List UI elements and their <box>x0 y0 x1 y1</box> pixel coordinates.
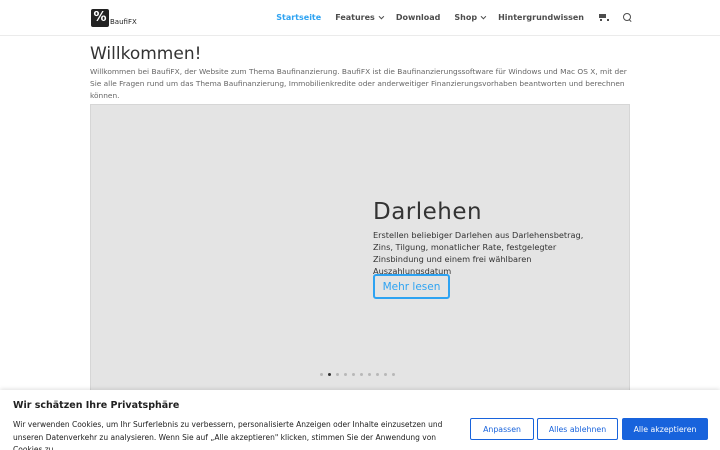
chevron-down-icon <box>378 13 385 19</box>
nav-label: Shop <box>454 13 478 22</box>
slider-dot[interactable] <box>336 373 339 376</box>
slide-description: Erstellen beliebiger Darlehen aus Darleh… <box>373 230 584 276</box>
slider-dot[interactable] <box>368 373 371 376</box>
nav-label: Download <box>395 13 441 22</box>
cookie-text: Wir verwenden Cookies, um Ihr Surferlebn… <box>13 420 443 450</box>
nav-label: Features <box>335 13 375 22</box>
nav-item-shop[interactable]: Shop <box>454 13 487 22</box>
slider-dot[interactable] <box>392 373 395 376</box>
intro-text: Willkommen bei BaufiFX, der Website zum … <box>90 67 627 100</box>
slide-title: Darlehen <box>373 199 483 225</box>
nav-item-features[interactable]: Features <box>335 13 385 22</box>
chevron-down-icon <box>480 13 487 19</box>
customize-button[interactable]: Anpassen <box>470 418 534 440</box>
logo-percent-icon: % <box>91 9 109 27</box>
slider-dot[interactable] <box>376 373 379 376</box>
nav-label: Hintergrundwissen <box>498 13 584 22</box>
slider-dot[interactable] <box>384 373 387 376</box>
accept-all-button[interactable]: Alle akzeptieren <box>622 418 708 440</box>
nav-item-startseite[interactable]: Startseite <box>276 13 321 22</box>
cart-icon[interactable] <box>598 13 609 22</box>
slider-pagination <box>320 373 400 376</box>
slider-dot[interactable] <box>352 373 355 376</box>
slider-dot[interactable] <box>320 373 323 376</box>
reject-all-button[interactable]: Alles ablehnen <box>537 418 618 440</box>
slider-dot[interactable] <box>328 373 331 376</box>
nav-item-download[interactable]: Download <box>396 13 441 22</box>
main-nav: Startseite Features Download Shop Hinter… <box>262 0 632 35</box>
nav-label: Startseite <box>276 13 322 22</box>
site-header: % BaufiFX Startseite Features Download S… <box>0 0 720 35</box>
nav-item-hintergrundwissen[interactable]: Hintergrundwissen <box>498 13 584 22</box>
search-icon[interactable] <box>623 13 632 22</box>
cookie-banner: Wir schätzen Ihre Privatsphäre Wir verwe… <box>0 390 720 450</box>
cookie-title: Wir schätzen Ihre Privatsphäre <box>13 400 180 411</box>
logo-text: BaufiFX <box>110 18 137 26</box>
feature-slider: Darlehen Erstellen beliebiger Darlehen a… <box>90 104 630 394</box>
site-logo[interactable]: % BaufiFX <box>91 7 137 27</box>
slider-dot[interactable] <box>360 373 363 376</box>
slider-dot[interactable] <box>344 373 347 376</box>
page-title: Willkommen! <box>90 44 202 64</box>
read-more-button[interactable]: Mehr lesen <box>373 274 450 299</box>
